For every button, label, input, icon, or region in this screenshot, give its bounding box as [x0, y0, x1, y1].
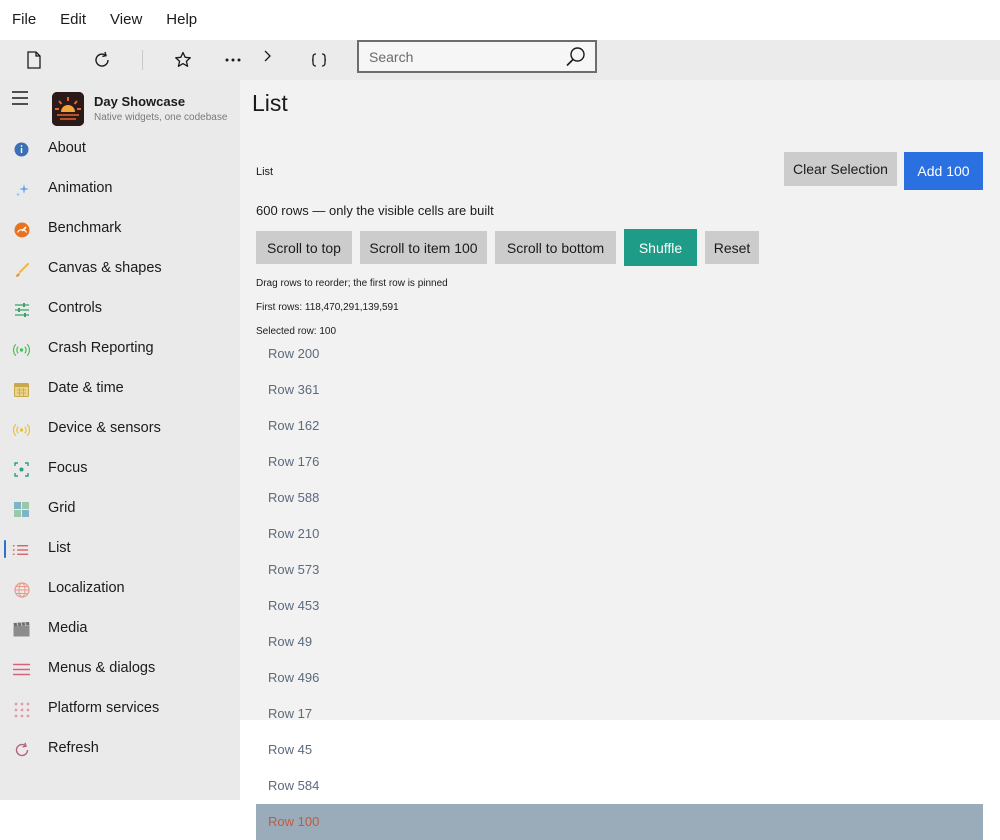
- list-row[interactable]: Row 17: [256, 696, 983, 732]
- sidebar-item-platform-services[interactable]: Platform services: [0, 689, 240, 729]
- active-indicator: [4, 540, 6, 558]
- menu-edit[interactable]: Edit: [48, 0, 98, 40]
- reset-button[interactable]: Reset: [705, 231, 759, 264]
- sidebar-item-label: Focus: [48, 460, 88, 476]
- list-row[interactable]: Row 588: [256, 480, 983, 516]
- drag-hint-text: Drag rows to reorder; the first row is p…: [256, 278, 448, 289]
- clear-selection-button[interactable]: Clear Selection: [784, 152, 897, 186]
- dots-grid-icon: [13, 701, 30, 718]
- menu-lines-icon: [13, 661, 30, 678]
- search-input[interactable]: [359, 42, 559, 71]
- scroll-to-bottom-button[interactable]: Scroll to bottom: [495, 231, 616, 264]
- sidebar-item-media[interactable]: Media: [0, 609, 240, 649]
- sidebar-item-refresh[interactable]: Refresh: [0, 729, 240, 769]
- menu-file[interactable]: File: [0, 0, 48, 40]
- sidebar-item-label: Benchmark: [48, 220, 122, 236]
- page-title: List: [252, 90, 288, 116]
- sidebar-item-label: Localization: [48, 580, 125, 596]
- gauge-icon: [13, 221, 30, 238]
- sidebar-item-label: Controls: [48, 300, 102, 316]
- menu-view[interactable]: View: [98, 0, 154, 40]
- list-row[interactable]: Row 573: [256, 552, 983, 588]
- rows-count-text: 600 rows — only the visible cells are bu…: [256, 203, 494, 218]
- sidebar-item-label: Refresh: [48, 740, 99, 756]
- sidebar-item-label: Media: [48, 620, 88, 636]
- list-row[interactable]: Row 584: [256, 768, 983, 804]
- menu-help[interactable]: Help: [154, 0, 209, 40]
- hamburger-menu-icon[interactable]: [10, 90, 32, 110]
- list-row[interactable]: Row 210: [256, 516, 983, 552]
- sidebar-item-label: About: [48, 140, 86, 156]
- braces-icon[interactable]: [305, 46, 333, 74]
- focus-icon: [13, 461, 30, 478]
- shuffle-button[interactable]: Shuffle: [624, 229, 697, 266]
- sparkle-icon: [13, 181, 30, 198]
- list-row[interactable]: Row 49: [256, 624, 983, 660]
- sidebar-item-focus[interactable]: Focus: [0, 449, 240, 489]
- list-row[interactable]: Row 162: [256, 408, 983, 444]
- list-row[interactable]: Row 453: [256, 588, 983, 624]
- sidebar-item-canvas[interactable]: Canvas & shapes: [0, 249, 240, 289]
- search-icon[interactable]: [565, 46, 587, 68]
- chevron-right-icon[interactable]: [253, 42, 281, 70]
- list-row-selected[interactable]: Row 100: [256, 804, 983, 840]
- list-icon: [12, 541, 29, 558]
- sidebar-item-label: Device & sensors: [48, 420, 161, 436]
- signal-icon: [13, 421, 30, 438]
- sidebar-item-label: Animation: [48, 180, 113, 196]
- sidebar-item-controls[interactable]: Controls: [0, 289, 240, 329]
- sidebar-item-animation[interactable]: Animation: [0, 169, 240, 209]
- sidebar-item-date-time[interactable]: Date & time: [0, 369, 240, 409]
- list-row[interactable]: Row 45: [256, 732, 983, 768]
- list-row[interactable]: Row 496: [256, 660, 983, 696]
- scroll-to-item-100-button[interactable]: Scroll to item 100: [360, 231, 487, 264]
- sidebar-item-menus-dialogs[interactable]: Menus & dialogs: [0, 649, 240, 689]
- document-icon[interactable]: [20, 46, 48, 74]
- sidebar-item-list[interactable]: List: [0, 529, 240, 569]
- scroll-to-top-button[interactable]: Scroll to top: [256, 231, 352, 264]
- list-row[interactable]: Row 176: [256, 444, 983, 480]
- more-icon[interactable]: [219, 46, 247, 74]
- sidebar-item-label: Grid: [48, 500, 76, 516]
- toolbar-separator: [142, 50, 143, 70]
- clapper-icon: [13, 621, 30, 638]
- brush-icon: [13, 261, 30, 278]
- grid-icon: [13, 501, 30, 518]
- broadcast-icon: [13, 341, 30, 358]
- calendar-icon: [13, 381, 30, 398]
- list-row[interactable]: Row 200: [256, 336, 983, 372]
- refresh-circle-icon: [13, 741, 30, 758]
- refresh-icon[interactable]: [88, 46, 116, 74]
- sidebar-item-label: Canvas & shapes: [48, 260, 162, 276]
- sidebar-item-label: Crash Reporting: [48, 340, 154, 356]
- sidebar-item-benchmark[interactable]: Benchmark: [0, 209, 240, 249]
- sidebar-item-label: List: [48, 540, 71, 556]
- sidebar-item-label: Platform services: [48, 700, 160, 716]
- sidebar-item-localization[interactable]: Localization: [0, 569, 240, 609]
- sidebar-item-device-sensors[interactable]: Device & sensors: [0, 409, 240, 449]
- sidebar: Day Showcase Native widgets, one codebas…: [0, 80, 240, 800]
- toolbar: [0, 40, 1000, 80]
- app-title: Day Showcase: [94, 94, 186, 109]
- list-row[interactable]: Row 361: [256, 372, 983, 408]
- list-label: List: [256, 166, 274, 178]
- first-rows-text: First rows: 118,470,291,139,591: [256, 302, 399, 313]
- search-box: [357, 40, 597, 73]
- info-icon: [13, 141, 30, 158]
- menu-bar: File Edit View Help: [0, 0, 1000, 40]
- star-icon[interactable]: [169, 46, 197, 74]
- sidebar-item-grid[interactable]: Grid: [0, 489, 240, 529]
- app-subtitle: Native widgets, one codebase: [94, 112, 228, 123]
- add-100-button[interactable]: Add 100: [904, 152, 983, 190]
- globe-icon: [13, 581, 30, 598]
- sidebar-item-label: Date & time: [48, 380, 124, 396]
- sidebar-item-about[interactable]: About: [0, 129, 240, 169]
- app-logo: [52, 92, 84, 126]
- sliders-icon: [13, 301, 30, 318]
- sidebar-item-crash-reporting[interactable]: Crash Reporting: [0, 329, 240, 369]
- sidebar-item-label: Menus & dialogs: [48, 660, 156, 676]
